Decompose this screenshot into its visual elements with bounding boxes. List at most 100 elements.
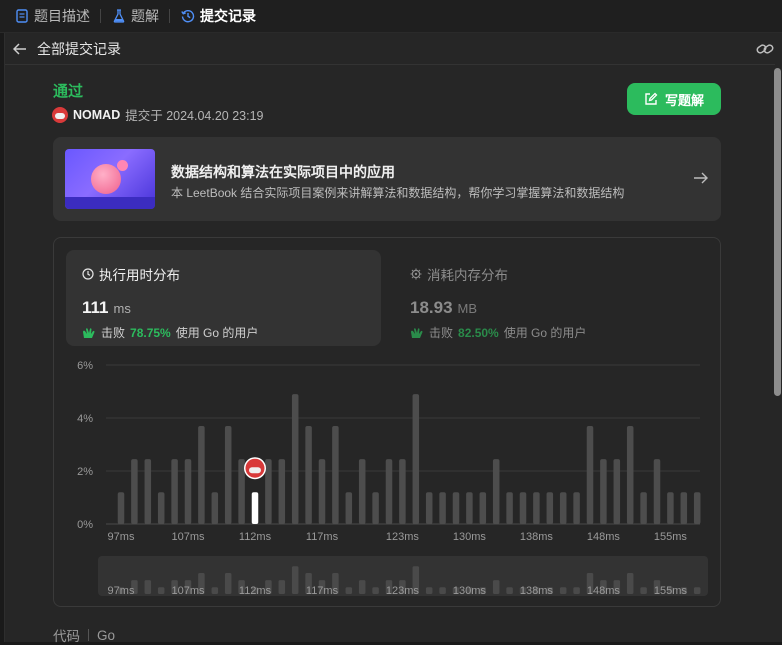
tab-submissions-label: 提交记录 — [200, 8, 256, 24]
arrow-left-icon[interactable] — [13, 41, 29, 57]
chart-bar — [546, 492, 554, 524]
tab-solutions-label: 题解 — [131, 8, 159, 24]
write-solution-label: 写题解 — [664, 92, 704, 108]
code-section-header: 代码 Go — [53, 625, 115, 645]
avatar[interactable] — [52, 106, 68, 123]
write-solution-button[interactable]: 写题解 — [627, 83, 721, 115]
x-tick-label: 123ms — [386, 531, 420, 543]
navigator-tick-label: 123ms — [386, 585, 420, 597]
chart-bar — [184, 459, 192, 524]
navigator-tick-label: 97ms — [108, 585, 135, 597]
y-tick-label: 0% — [77, 519, 93, 531]
chart-bar — [626, 425, 634, 524]
book-title: 数据结构和算法在实际项目中的应用 — [171, 164, 395, 180]
x-tick-label: 130ms — [453, 531, 487, 543]
x-tick-label: 97ms — [108, 531, 135, 543]
navigator-bar — [506, 587, 513, 594]
navigator-tick-label: 138ms — [520, 585, 554, 597]
navigator-bar — [224, 573, 232, 594]
navigator-tick-label: 148ms — [587, 585, 621, 597]
highlighted-bar — [251, 492, 259, 524]
submission-panel: 全部提交记录 通过 NOMAD 提交于 2024.04.20 23:19 写题解… — [4, 33, 782, 645]
navigator-bar — [358, 580, 366, 594]
y-tick-label: 6% — [77, 360, 93, 372]
tab-bar: 题目描述 题解 提交记录 — [0, 0, 782, 33]
chart-bar — [144, 459, 152, 524]
navigator-bar — [425, 587, 433, 594]
chart-bar — [198, 425, 205, 524]
username[interactable]: NOMAD — [73, 108, 120, 122]
navigator-bar — [573, 587, 580, 594]
chart-bar — [291, 394, 299, 524]
chart-bar — [265, 459, 272, 524]
chart-bar — [211, 492, 219, 524]
tab-description[interactable]: 题目描述 — [14, 0, 90, 33]
x-tick-label: 112ms — [239, 531, 272, 543]
navigator-bar — [211, 587, 219, 594]
x-tick-label: 138ms — [520, 531, 554, 543]
navigator-bar — [157, 587, 165, 594]
navigator-bar — [640, 587, 647, 594]
book-cover-image — [65, 149, 155, 209]
submission-header: 全部提交记录 — [5, 33, 775, 65]
chart-bar — [533, 492, 540, 524]
y-tick-label: 4% — [77, 413, 93, 425]
chart-bar — [479, 492, 487, 524]
chart-bar — [238, 459, 245, 524]
chart-bar — [439, 492, 446, 524]
submission-meta: NOMAD 提交于 2024.04.20 23:19 — [52, 105, 264, 124]
navigator-tick-label: 155ms — [654, 585, 688, 597]
navigator-bar — [278, 580, 286, 594]
arrow-right-icon — [693, 171, 709, 190]
chart-bar — [573, 492, 580, 524]
leetbook-banner[interactable]: 数据结构和算法在实际项目中的应用 本 LeetBook 结合实际项目案例来讲解算… — [53, 137, 721, 221]
tab-divider — [100, 9, 101, 23]
chart-bar — [667, 492, 674, 524]
chart-bar — [412, 394, 420, 524]
chart-bar — [278, 459, 286, 524]
chart-bar — [680, 492, 688, 524]
distribution-section: 执行用时分布 111 ms 击败 78.75% 使用 Go 的用户 消耗内存分布 … — [53, 237, 721, 607]
x-tick-label: 107ms — [171, 531, 205, 543]
runtime-distribution-chart[interactable]: 6% 4% 2% 0% 97ms 107ms 112ms 117ms 123ms 130ms 138… — [54, 238, 720, 606]
chart-bar — [305, 425, 312, 524]
chart-bar — [345, 492, 353, 524]
submission-status: 通过 — [53, 83, 84, 100]
chart-bar — [318, 459, 326, 524]
navigator-bar — [439, 587, 446, 594]
chart-bar — [224, 425, 232, 524]
submitted-time: 提交于 2024.04.20 23:19 — [125, 109, 264, 123]
chart-bar — [466, 492, 473, 524]
chart-bar — [385, 459, 393, 524]
chart-bar — [492, 459, 500, 524]
chart-bar — [506, 492, 513, 524]
chart-bar — [157, 492, 165, 524]
navigator-bar — [626, 573, 634, 594]
chart-bar — [358, 459, 366, 524]
x-tick-label: 148ms — [587, 531, 621, 543]
chart-bar — [586, 425, 594, 524]
scrollbar-thumb[interactable] — [774, 68, 781, 396]
navigator-tick-label: 117ms — [306, 585, 339, 597]
tab-solutions[interactable]: 题解 — [111, 0, 159, 33]
chart-bar — [131, 459, 138, 524]
chart-bar — [653, 459, 661, 524]
navigator-bar — [559, 587, 567, 594]
navigator-bar — [144, 580, 152, 594]
chart-bar — [399, 459, 406, 524]
navigator-tick-label: 112ms — [239, 585, 272, 597]
chart-bar — [171, 459, 178, 524]
chart-bar — [600, 459, 607, 524]
chart-bar — [117, 492, 125, 524]
code-language: Go — [97, 627, 116, 643]
navigator-tick-label: 130ms — [453, 585, 487, 597]
link-icon[interactable] — [756, 41, 774, 62]
x-tick-label: 117ms — [306, 531, 339, 543]
navigator-bar — [345, 587, 353, 594]
navigator-bar — [492, 580, 500, 594]
chart-bar — [559, 492, 567, 524]
tab-submissions[interactable]: 提交记录 — [180, 0, 256, 33]
edit-icon — [645, 92, 658, 105]
all-submissions-link[interactable]: 全部提交记录 — [37, 39, 121, 59]
chart-bar — [452, 492, 460, 524]
